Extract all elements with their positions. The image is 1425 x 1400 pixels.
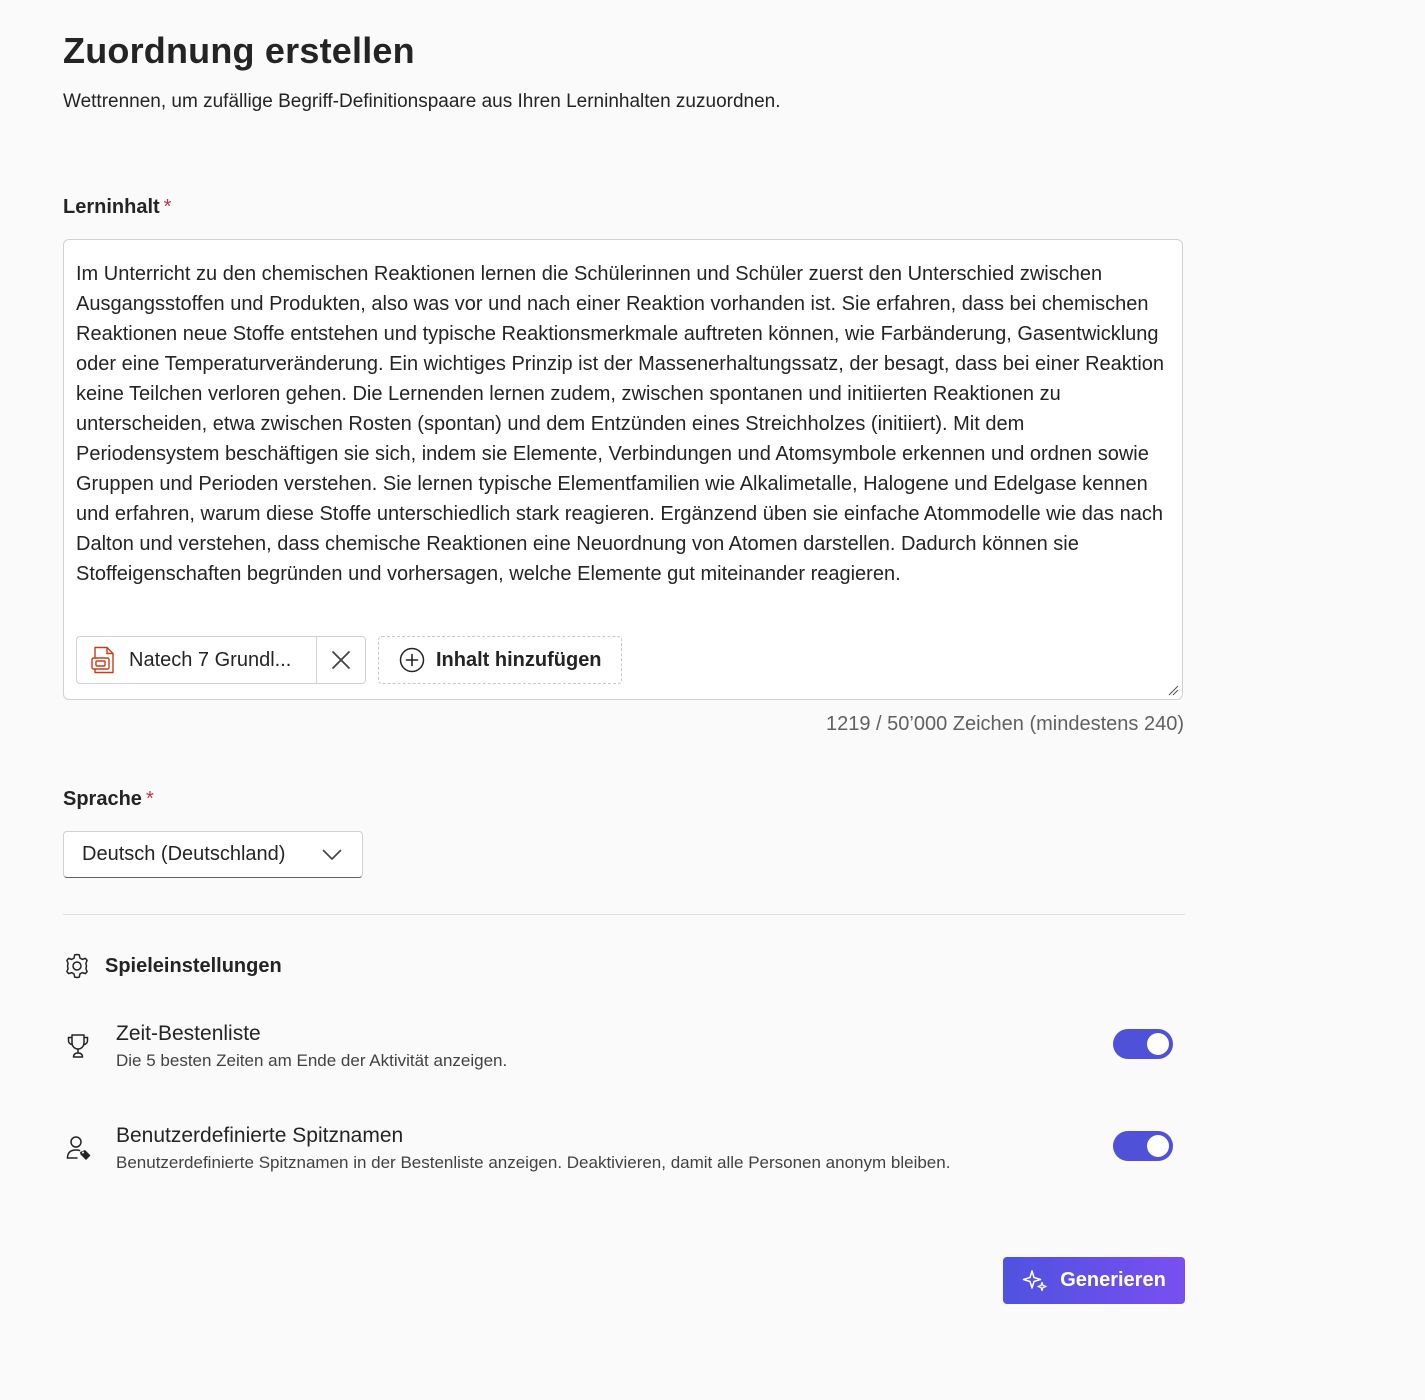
toggle-knob — [1147, 1135, 1169, 1157]
generate-button[interactable]: Generieren — [1003, 1257, 1185, 1304]
create-matching-page: Zuordnung erstellen Wettrennen, um zufäl… — [0, 0, 1425, 1400]
game-settings-title: Spieleinstellungen — [105, 954, 282, 977]
powerpoint-file-icon — [91, 646, 114, 674]
content-label-text: Lerninhalt — [63, 196, 160, 218]
required-marker: * — [163, 196, 172, 218]
resize-handle-icon[interactable] — [1167, 684, 1179, 696]
setting-title: Zeit-Bestenliste — [116, 1022, 261, 1045]
generate-label: Generieren — [1060, 1269, 1166, 1291]
add-circle-icon — [399, 647, 425, 673]
trophy-icon — [67, 1034, 89, 1058]
game-settings-header: Spieleinstellungen — [63, 952, 282, 980]
required-marker: * — [145, 788, 154, 810]
setting-custom-nicknames: Benutzerdefinierte Spitznamen Benutzerde… — [63, 1124, 1185, 1184]
setting-description: Benutzerdefinierte Spitznamen in der Bes… — [116, 1153, 951, 1172]
add-content-button[interactable]: Inhalt hinzufügen — [378, 636, 622, 684]
remove-attachment-button[interactable] — [317, 637, 365, 683]
page-title: Zuordnung erstellen — [63, 30, 415, 71]
close-icon — [332, 651, 350, 669]
language-field-label: Sprache * — [63, 788, 154, 811]
language-dropdown[interactable]: Deutsch (Deutschland) — [63, 831, 363, 878]
attachment-chip-main[interactable]: Natech 7 Grundl... — [77, 637, 317, 683]
person-tag-icon — [66, 1136, 91, 1160]
toggle-knob — [1147, 1033, 1169, 1055]
language-label-text: Sprache — [63, 788, 142, 810]
gear-icon — [66, 953, 88, 979]
setting-time-leaderboard: Zeit-Bestenliste Die 5 besten Zeiten am … — [63, 1022, 1185, 1082]
char-counter: 1219 / 50’000 Zeichen (mindestens 240) — [825, 713, 1184, 735]
content-textarea[interactable]: Im Unterricht zu den chemischen Reaktion… — [63, 239, 1183, 700]
page-subtitle: Wettrennen, um zufällige Begriff-Definit… — [63, 91, 781, 112]
chevron-down-icon — [322, 849, 342, 860]
attachment-name: Natech 7 Grundl... — [129, 648, 292, 671]
language-selected-value: Deutsch (Deutschland) — [82, 843, 286, 865]
setting-title: Benutzerdefinierte Spitznamen — [116, 1124, 404, 1147]
sparkle-icon — [1022, 1269, 1047, 1291]
add-content-label: Inhalt hinzufügen — [436, 648, 602, 671]
attachment-chip[interactable]: Natech 7 Grundl... — [76, 636, 366, 684]
time-leaderboard-toggle[interactable] — [1113, 1029, 1173, 1059]
content-text[interactable]: Im Unterricht zu den chemischen Reaktion… — [76, 259, 1166, 589]
setting-description: Die 5 besten Zeiten am Ende der Aktivitä… — [116, 1051, 508, 1070]
section-divider — [63, 914, 1185, 915]
custom-nicknames-toggle[interactable] — [1113, 1131, 1173, 1161]
content-field-label: Lerninhalt * — [63, 196, 171, 219]
